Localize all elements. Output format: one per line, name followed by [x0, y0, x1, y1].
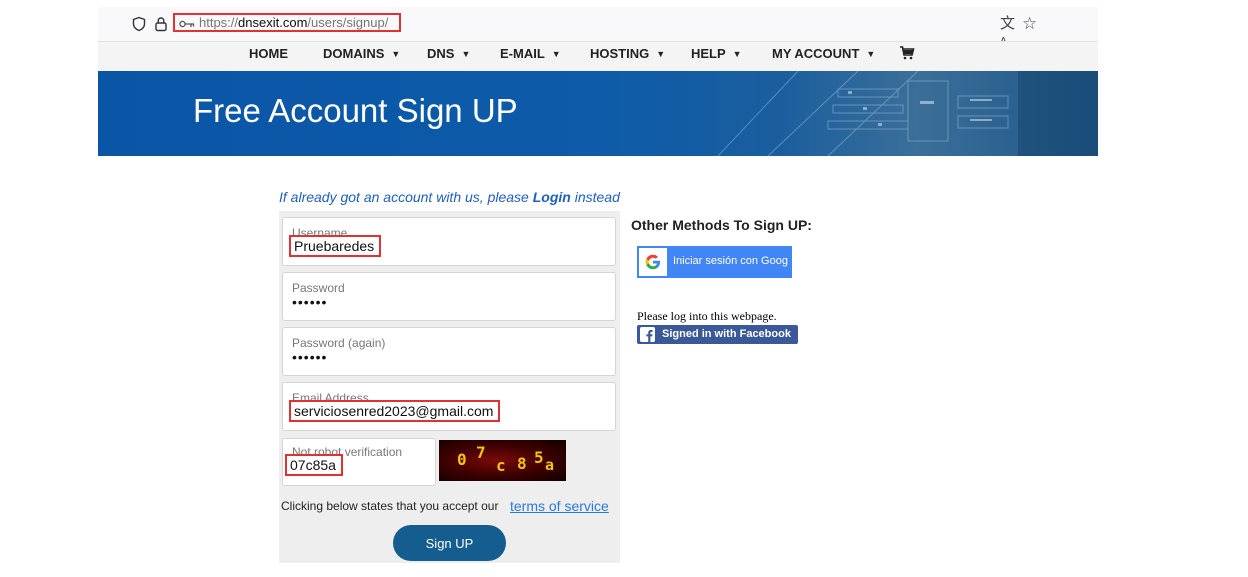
captcha-input-wrap: 07c85a	[285, 454, 343, 476]
url-path: /users/signup/	[307, 15, 389, 30]
facebook-logo-icon	[640, 327, 655, 342]
login-link[interactable]: Login	[533, 189, 571, 205]
nav-hosting-label: HOSTING	[590, 46, 650, 61]
nav-dns[interactable]: DNS ▼	[427, 46, 470, 62]
email-input[interactable]: serviciosenred2023@gmail.com	[289, 400, 501, 422]
password-input[interactable]: ••••••	[292, 294, 327, 310]
nav-home-label: HOME	[249, 46, 288, 61]
nav-account-label: MY ACCOUNT	[772, 46, 860, 61]
google-sign-in-label: Iniciar sesión con Goog	[673, 255, 788, 267]
address-bar[interactable]: https://dnsexit.com/users/signup/	[173, 13, 401, 32]
caret-down-icon: ▼	[656, 49, 666, 59]
captcha-input[interactable]: 07c85a	[285, 454, 343, 476]
google-logo-icon	[645, 254, 660, 270]
password-field[interactable]: Password ••••••	[282, 272, 616, 321]
password-again-input[interactable]: ••••••	[292, 349, 327, 365]
nav-domains-label: DOMAINS	[323, 46, 385, 61]
nav-email[interactable]: E-MAIL ▼	[500, 46, 561, 62]
hero-banner: Free Account Sign UP	[98, 71, 1098, 156]
url-domain: dnsexit.com	[238, 15, 308, 30]
captcha-char: a	[545, 456, 555, 474]
captcha-char: 0	[457, 450, 467, 469]
password-again-field[interactable]: Password (again) ••••••	[282, 327, 616, 376]
nav-my-account[interactable]: MY ACCOUNT ▼	[772, 46, 875, 62]
caret-down-icon: ▼	[732, 49, 742, 59]
signup-form: Username Pruebaredes Password •••••• Pas…	[279, 211, 620, 563]
nav-domains[interactable]: DOMAINS ▼	[323, 46, 400, 62]
other-methods-heading: Other Methods To Sign UP:	[631, 217, 812, 233]
main-nav: HOME DOMAINS ▼ DNS ▼ E-MAIL ▼ HOSTING ▼ HELP…	[98, 41, 1098, 72]
shopping-cart-icon[interactable]	[899, 45, 915, 61]
nav-dns-label: DNS	[427, 46, 455, 61]
bookmark-star-icon[interactable]: ☆	[1022, 15, 1038, 32]
captcha-char: 7	[476, 443, 486, 462]
facebook-sign-in-label: Signed in with Facebook	[662, 328, 791, 340]
captcha-char: c	[496, 456, 506, 475]
captcha-field[interactable]: Not robot verification 07c85a	[282, 438, 436, 486]
nav-home[interactable]: HOME	[249, 46, 288, 62]
google-logo-box	[639, 248, 667, 276]
browser-toolbar: https://dnsexit.com/users/signup/ 文A ☆	[98, 7, 1098, 48]
nav-help[interactable]: HELP ▼	[691, 46, 742, 62]
password-label: Password	[292, 281, 345, 295]
shield-icon[interactable]	[131, 16, 147, 32]
nav-help-label: HELP	[691, 46, 726, 61]
key-icon	[179, 20, 195, 27]
login-hint: If already got an account with us, pleas…	[279, 189, 620, 205]
terms-notice: Clicking below states that you accept ou…	[281, 499, 499, 513]
page-title: Free Account Sign UP	[193, 92, 518, 129]
nav-hosting[interactable]: HOSTING ▼	[590, 46, 665, 62]
caret-down-icon: ▼	[551, 49, 561, 59]
captcha-image: 0 7 c 8 5 a	[439, 440, 566, 481]
facebook-sign-in-button[interactable]: Signed in with Facebook	[637, 325, 798, 344]
nav-email-label: E-MAIL	[500, 46, 545, 61]
captcha-char: 8	[517, 454, 527, 473]
username-input[interactable]: Pruebaredes	[289, 235, 382, 257]
terms-of-service-link[interactable]: terms of service	[510, 498, 609, 514]
translate-icon[interactable]: 文A	[1000, 16, 1016, 48]
caret-down-icon: ▼	[461, 49, 471, 59]
login-hint-prefix: If already got an account with us, pleas…	[279, 189, 533, 205]
caret-down-icon: ▼	[866, 49, 876, 59]
server-rack-graphic	[717, 71, 1098, 156]
username-input-wrap: Pruebaredes	[289, 235, 382, 257]
email-input-wrap: serviciosenred2023@gmail.com	[289, 400, 501, 422]
captcha-char: 5	[534, 448, 544, 467]
lock-icon[interactable]	[153, 16, 169, 32]
username-field[interactable]: Username Pruebaredes	[282, 217, 616, 266]
sign-up-button[interactable]: Sign UP	[393, 525, 506, 561]
url-prefix: https://	[199, 15, 239, 30]
email-field[interactable]: Email Address serviciosenred2023@gmail.c…	[282, 382, 616, 431]
caret-down-icon: ▼	[391, 49, 401, 59]
password-again-label: Password (again)	[292, 336, 386, 350]
facebook-login-note: Please log into this webpage.	[637, 309, 777, 323]
login-hint-suffix: instead	[570, 189, 620, 205]
google-sign-in-button[interactable]: Iniciar sesión con Goog	[637, 246, 792, 278]
